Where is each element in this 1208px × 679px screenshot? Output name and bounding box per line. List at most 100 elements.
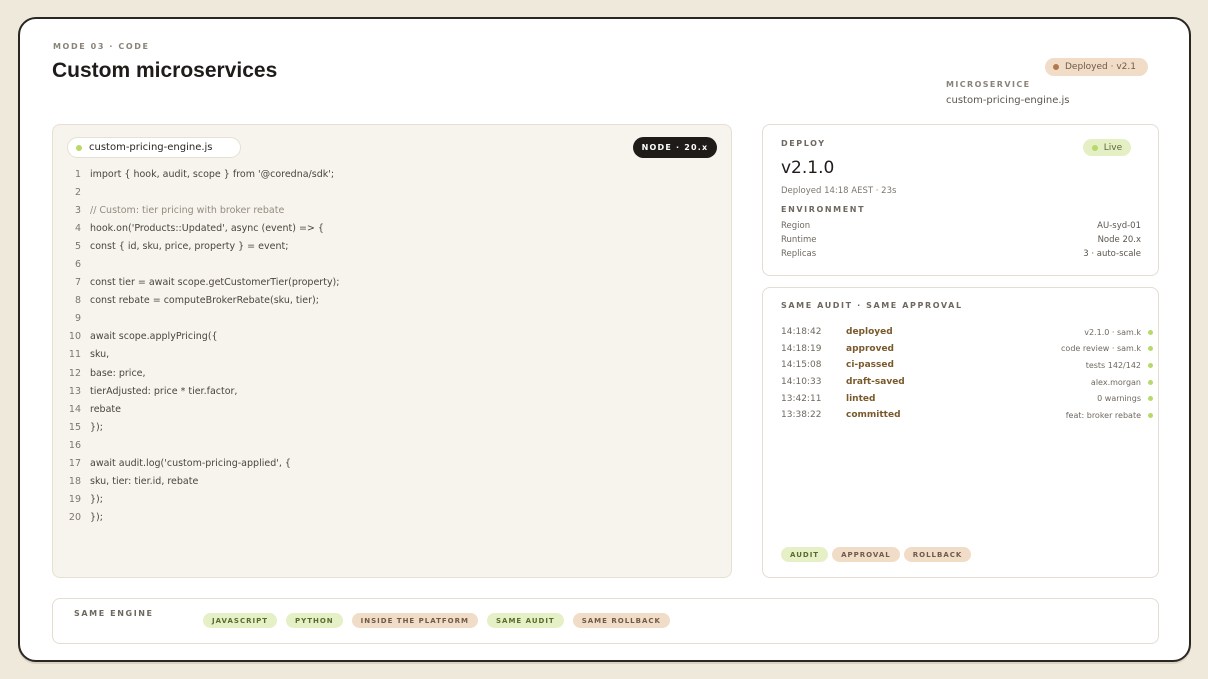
- code-line[interactable]: 4 hook.on('Products::Updated', async (eve…: [67, 219, 339, 237]
- env-value: Node 20.x: [1097, 235, 1141, 245]
- code-text: // Custom: tier pricing with broker reba…: [90, 204, 285, 216]
- audit-time: 14:10:33: [781, 377, 822, 388]
- code-line[interactable]: 15});: [67, 418, 339, 436]
- audit-event-name: approved: [846, 343, 894, 354]
- code-line[interactable]: 7 const tier = await scope.getCustomerTie…: [67, 274, 340, 292]
- code-line[interactable]: 12 base: price,: [67, 364, 339, 382]
- audit-event-row[interactable]: 14:18:19 approved code review · sam.k: [781, 341, 1153, 358]
- code-line[interactable]: 2: [67, 183, 339, 201]
- line-number: 14: [68, 403, 81, 415]
- audit-tag-approval[interactable]: APPROVAL: [832, 547, 900, 562]
- line-number: 9: [74, 313, 81, 325]
- runtime-badge: NODE · 20.x: [633, 137, 717, 158]
- audit-label: SAME AUDIT · SAME APPROVAL: [781, 301, 963, 310]
- audit-event-row[interactable]: 14:18:42 deployed v2.1.0 · sam.k: [781, 324, 1153, 341]
- file-tab-label: custom-pricing-engine.js: [89, 142, 213, 153]
- line-number: 18: [68, 476, 81, 488]
- code-text: const rebate = computeBrokerRebate(sku, …: [90, 295, 319, 307]
- env-row-replicas: Replicas 3 · auto-scale: [781, 249, 1141, 259]
- code-text: await audit.log('custom-pricing-applied'…: [90, 458, 291, 470]
- audit-time: 13:42:11: [781, 393, 822, 404]
- engine-tag[interactable]: INSIDE THE PLATFORM: [351, 613, 478, 628]
- engine-label: SAME ENGINE: [74, 609, 154, 618]
- audit-detail: code review · sam.k: [1061, 344, 1141, 354]
- microservice-value: custom-pricing-engine.js: [946, 95, 1070, 106]
- deploy-label: DEPLOY: [781, 139, 826, 148]
- audit-detail: alex.morgan: [1090, 377, 1141, 387]
- code-line[interactable]: 9: [67, 310, 339, 328]
- line-number: 6: [74, 259, 81, 271]
- code-editor-panel: custom-pricing-engine.js NODE · 20.x 1 im…: [52, 124, 732, 578]
- engine-tag[interactable]: JAVASCRIPT: [203, 613, 277, 628]
- code-text: rebate: [90, 403, 121, 415]
- line-number: 7: [74, 277, 81, 289]
- engine-tag-row: JAVASCRIPT PYTHON INSIDE THE PLATFORM SAME …: [203, 613, 670, 628]
- code-line[interactable]: 5 const { id, sku, price, property } = ev…: [67, 237, 339, 255]
- env-value: 3 · auto-scale: [1083, 249, 1141, 259]
- live-dot-icon: [1091, 144, 1098, 151]
- audit-card: SAME AUDIT · SAME APPROVAL 14:18:42 deplo…: [762, 287, 1159, 578]
- engine-tag[interactable]: SAME ROLLBACK: [572, 613, 670, 628]
- code-text: });: [90, 494, 103, 506]
- code-text: tierAdjusted: price * tier.factor,: [90, 385, 238, 397]
- code-text: sku, tier: tier.id, rebate: [90, 476, 199, 488]
- audit-detail: feat: broker rebate: [1065, 410, 1141, 420]
- audit-tag-rollback[interactable]: ROLLBACK: [903, 547, 972, 562]
- audit-status-dot-icon: [1148, 379, 1153, 385]
- line-number: 2: [74, 186, 81, 198]
- audit-event-name: committed: [846, 410, 901, 421]
- audit-time: 14:18:42: [781, 327, 822, 338]
- code-line[interactable]: 16: [67, 436, 339, 454]
- audit-event-name: ci-passed: [846, 360, 894, 371]
- code-text: await scope.applyPricing({: [90, 331, 218, 343]
- audit-status-dot-icon: [1148, 329, 1153, 335]
- microservice-label: MICROSERVICE: [946, 80, 1031, 89]
- deploy-card: DEPLOY Live v2.1.0 Deployed 14:18 AEST ·…: [762, 124, 1159, 276]
- audit-event-row[interactable]: 14:10:33 draft-saved alex.morgan: [781, 374, 1153, 391]
- env-key: Replicas: [781, 249, 817, 259]
- file-tab[interactable]: custom-pricing-engine.js: [67, 137, 241, 158]
- code-text: });: [90, 512, 103, 524]
- audit-event-name: draft-saved: [846, 377, 905, 388]
- audit-event-row[interactable]: 14:15:08 ci-passed tests 142/142: [781, 357, 1153, 374]
- line-number: 12: [68, 367, 81, 379]
- engine-tag[interactable]: PYTHON: [286, 613, 343, 628]
- code-line[interactable]: 19});: [67, 491, 339, 509]
- code-line[interactable]: 8 const rebate = computeBrokerRebate(sku,…: [67, 292, 339, 310]
- env-row-runtime: Runtime Node 20.x: [781, 235, 1141, 245]
- engine-bar: SAME ENGINE JAVASCRIPT PYTHON INSIDE THE P…: [52, 598, 1159, 644]
- code-line[interactable]: 10 await scope.applyPricing({: [67, 328, 339, 346]
- audit-tag-audit[interactable]: AUDIT: [781, 547, 829, 562]
- code-line[interactable]: 1 import { hook, audit, scope } from '@co…: [67, 165, 339, 183]
- code-line[interactable]: 18 sku, tier: tier.id, rebate: [67, 473, 339, 491]
- code-line[interactable]: 3 // Custom: tier pricing with broker reb…: [67, 201, 339, 219]
- line-number: 11: [68, 349, 81, 361]
- code-text: });: [90, 421, 103, 433]
- code-line[interactable]: 11 sku,: [67, 346, 339, 364]
- mode-eyebrow: MODE 03 · CODE: [53, 42, 150, 51]
- code-line[interactable]: 17 await audit.log('custom-pricing-applie…: [67, 455, 339, 473]
- audit-event-row[interactable]: 13:38:22 committed feat: broker rebate: [781, 407, 1153, 424]
- code-line[interactable]: 14 rebate: [67, 400, 339, 418]
- code-text: hook.on('Products::Updated', async (even…: [90, 222, 324, 234]
- code-text: sku,: [90, 349, 110, 361]
- audit-event-name: linted: [846, 393, 876, 404]
- deployed-status-text: Deployed · v2.1: [1065, 62, 1136, 72]
- audit-event-row[interactable]: 13:42:11 linted 0 warnings: [781, 390, 1153, 407]
- code-line[interactable]: 6: [67, 255, 339, 273]
- code-line[interactable]: 20});: [67, 509, 339, 527]
- audit-status-dot-icon: [1148, 396, 1153, 402]
- audit-event-name: deployed: [846, 327, 893, 338]
- code-text: base: price,: [90, 367, 146, 379]
- code-line[interactable]: 13 tierAdjusted: price * tier.factor,: [67, 382, 339, 400]
- app-window: MODE 03 · CODE Custom microservices Depl…: [18, 17, 1191, 662]
- env-row-region: Region AU-syd-01: [781, 221, 1141, 231]
- code-lines[interactable]: 1 import { hook, audit, scope } from '@co…: [67, 165, 340, 527]
- file-status-dot-icon: [76, 144, 82, 151]
- audit-detail: 0 warnings: [1097, 394, 1141, 404]
- code-text: const { id, sku, price, property } = eve…: [90, 240, 289, 252]
- engine-tag[interactable]: SAME AUDIT: [486, 613, 564, 628]
- audit-time: 13:38:22: [781, 410, 822, 421]
- line-number: 15: [68, 421, 81, 433]
- audit-status-dot-icon: [1148, 362, 1153, 368]
